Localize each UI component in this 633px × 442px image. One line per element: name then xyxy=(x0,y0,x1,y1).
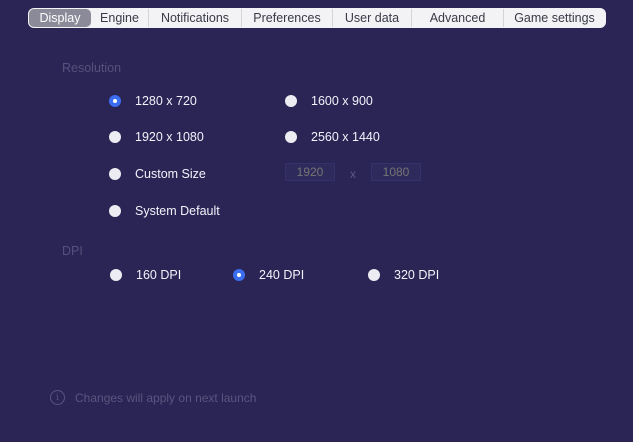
times-symbol: x xyxy=(350,167,356,181)
resolution-option-label: Custom Size xyxy=(135,167,206,181)
dpi-option-label: 240 DPI xyxy=(259,268,305,282)
radio-button[interactable] xyxy=(110,269,122,281)
dpi-option-240[interactable]: 240 DPI xyxy=(233,268,304,282)
radio-button-checked[interactable] xyxy=(109,95,121,107)
resolution-option-label: 2560 x 1440 xyxy=(311,130,380,144)
radio-button[interactable] xyxy=(109,205,121,217)
resolution-option-label: System Default xyxy=(135,204,220,218)
radio-button[interactable] xyxy=(285,95,297,107)
tab-notifications[interactable]: Notifications xyxy=(149,9,242,27)
resolution-option-system-default[interactable]: System Default xyxy=(109,204,220,218)
dpi-option-label: 160 DPI xyxy=(136,268,182,282)
tab-preferences[interactable]: Preferences xyxy=(242,9,333,27)
radio-button[interactable] xyxy=(109,168,121,180)
tab-user-data[interactable]: User data xyxy=(333,9,412,27)
tab-engine[interactable]: Engine xyxy=(91,9,149,27)
footer-text: Changes will apply on next launch xyxy=(75,390,257,405)
footer-notice: i Changes will apply on next launch xyxy=(50,390,256,405)
radio-button[interactable] xyxy=(285,131,297,143)
resolution-option-1600x900[interactable]: 1600 x 900 xyxy=(285,94,373,108)
tab-display[interactable]: Display xyxy=(29,9,91,27)
radio-button[interactable] xyxy=(109,131,121,143)
resolution-option-label: 1600 x 900 xyxy=(311,94,373,108)
radio-button[interactable] xyxy=(368,269,380,281)
dpi-option-160[interactable]: 160 DPI xyxy=(110,268,181,282)
dpi-section-label: DPI xyxy=(62,244,83,258)
settings-tab-bar: Display Engine Notifications Preferences… xyxy=(28,8,606,28)
dpi-option-label: 320 DPI xyxy=(394,268,440,282)
resolution-option-label: 1920 x 1080 xyxy=(135,130,204,144)
resolution-section-label: Resolution xyxy=(62,61,122,75)
resolution-option-label: 1280 x 720 xyxy=(135,94,197,108)
info-icon: i xyxy=(50,390,65,405)
resolution-option-1280x720[interactable]: 1280 x 720 xyxy=(109,94,197,108)
tab-game-settings[interactable]: Game settings xyxy=(504,9,605,27)
tab-advanced[interactable]: Advanced xyxy=(412,9,504,27)
resolution-option-1920x1080[interactable]: 1920 x 1080 xyxy=(109,130,204,144)
custom-height-input[interactable] xyxy=(371,163,421,181)
custom-width-input[interactable] xyxy=(285,163,335,181)
resolution-option-2560x1440[interactable]: 2560 x 1440 xyxy=(285,130,380,144)
resolution-option-custom-size[interactable]: Custom Size xyxy=(109,167,206,181)
dpi-option-320[interactable]: 320 DPI xyxy=(368,268,439,282)
radio-button-checked[interactable] xyxy=(233,269,245,281)
